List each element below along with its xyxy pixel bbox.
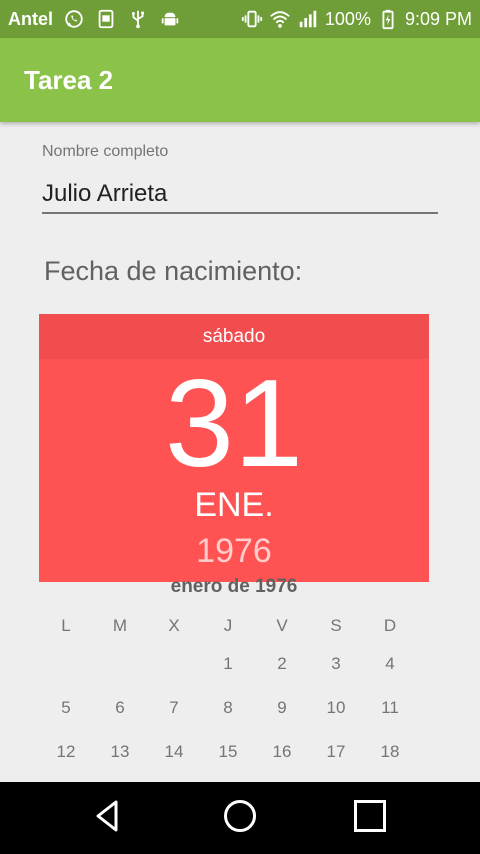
back-icon (89, 796, 129, 841)
calendar-empty-cell (147, 642, 201, 686)
navigation-bar (0, 782, 480, 854)
birth-date-label: Fecha de nacimiento: (44, 256, 303, 286)
selected-month[interactable]: ENE. (39, 486, 429, 525)
calendar-empty-cell (93, 642, 147, 686)
calendar-day[interactable]: 13 (93, 730, 147, 774)
calendar-day[interactable]: 4 (363, 642, 417, 686)
status-left: Antel (8, 8, 181, 30)
calendar-weekday-header: L (61, 616, 71, 635)
calendar-day[interactable]: 15 (201, 730, 255, 774)
calendar-weekday-header: V (276, 616, 288, 635)
whatsapp-icon (63, 8, 85, 30)
calendar-weekday-header: M (112, 616, 128, 635)
recents-button[interactable] (350, 798, 390, 838)
calendar-day[interactable]: 8 (201, 686, 255, 730)
date-picker-header: sábado 31 ENE. 1976 (39, 314, 429, 582)
calendar-day[interactable]: 12 (39, 730, 93, 774)
name-field-label: Nombre completo (42, 143, 169, 160)
recents-icon (350, 796, 390, 841)
calendar-grid: 1 2 3 4 5 6 7 8 9 10 11 12 13 14 15 16 17 18 (39, 642, 417, 774)
calendar-day[interactable]: 6 (93, 686, 147, 730)
calendar-day[interactable]: 18 (363, 730, 417, 774)
app-bar: Tarea 2 (0, 38, 480, 122)
calendar-weekday-header: J (223, 616, 233, 635)
calendar-day[interactable]: 14 (147, 730, 201, 774)
calendar-weekday-header: X (168, 616, 180, 635)
back-button[interactable] (89, 798, 129, 838)
carrier-name: Antel (8, 8, 53, 29)
name-input[interactable] (42, 176, 438, 214)
calendar-weekday-headers: LMXJVSD (39, 614, 417, 638)
usb-icon (127, 8, 149, 30)
badge-100-icon (95, 8, 117, 30)
calendar-month-title: enero de 1976 (170, 576, 298, 597)
vibrate-icon (241, 8, 263, 30)
android-icon (159, 8, 181, 30)
calendar-day[interactable]: 2 (255, 642, 309, 686)
home-icon (220, 796, 260, 841)
app-title: Tarea 2 (24, 65, 114, 95)
calendar-day[interactable]: 1 (201, 642, 255, 686)
selected-year[interactable]: 1976 (39, 532, 429, 571)
calendar-day[interactable]: 11 (363, 686, 417, 730)
selected-day[interactable]: 31 (39, 354, 429, 494)
home-button[interactable] (220, 798, 260, 838)
calendar-empty-cell (39, 642, 93, 686)
calendar-day[interactable]: 16 (255, 730, 309, 774)
signal-icon (297, 8, 319, 30)
status-right: 100% 9:09 PM (241, 8, 472, 30)
calendar-day[interactable]: 5 (39, 686, 93, 730)
wifi-icon (269, 8, 291, 30)
calendar-day[interactable]: 10 (309, 686, 363, 730)
calendar-day[interactable]: 9 (255, 686, 309, 730)
clock: 9:09 PM (404, 8, 472, 29)
battery-percent: 100% (324, 8, 371, 29)
calendar-weekday-header: S (330, 616, 342, 635)
calendar-day[interactable]: 17 (309, 730, 363, 774)
battery-charging-icon (377, 8, 399, 30)
calendar-day[interactable]: 3 (309, 642, 363, 686)
status-bar: Antel 100% 9:09 PM (0, 0, 480, 38)
selected-weekday: sábado (39, 314, 429, 359)
calendar-weekday-header: D (383, 616, 397, 635)
calendar-day[interactable]: 7 (147, 686, 201, 730)
